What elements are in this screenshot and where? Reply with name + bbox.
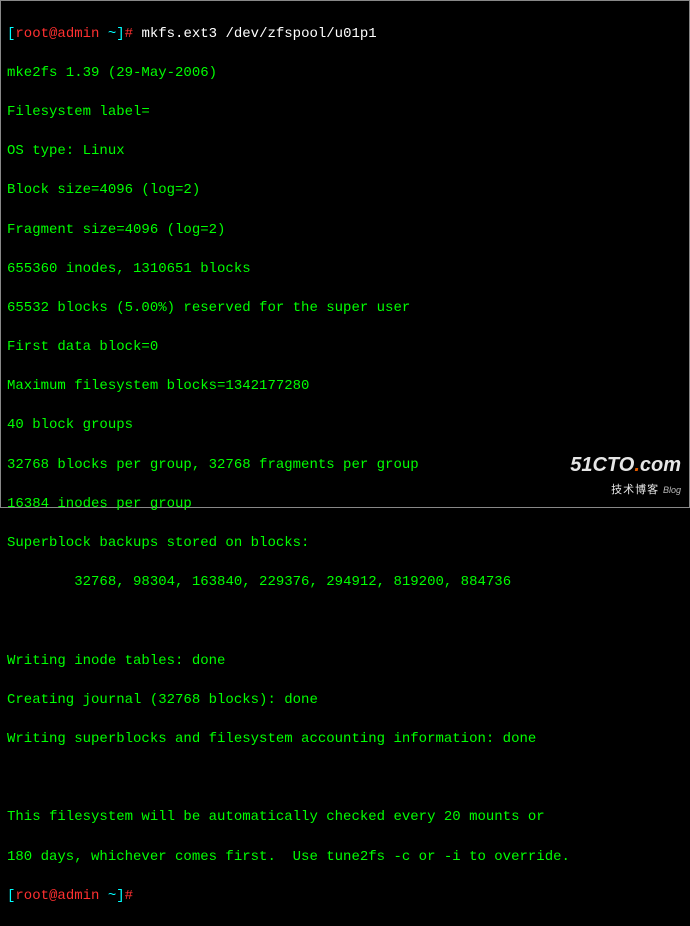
prompt-tilde: ~ — [108, 888, 116, 904]
output-line: Maximum filesystem blocks=1342177280 — [7, 377, 683, 397]
output-line: 65532 blocks (5.00%) reserved for the su… — [7, 299, 683, 319]
prompt-line-2[interactable]: [root@admin ~]# — [7, 887, 683, 907]
watermark: 51CTO.com 技术博客 Blog — [570, 451, 681, 499]
blank-line — [7, 612, 683, 632]
output-line: mke2fs 1.39 (29-May-2006) — [7, 64, 683, 84]
bracket-close: ] — [116, 888, 124, 904]
prompt-tilde: ~ — [108, 26, 116, 42]
output-line: Fragment size=4096 (log=2) — [7, 221, 683, 241]
prompt-user: root@admin — [15, 888, 107, 904]
command-text: mkfs.ext3 /dev/zfspool/u01p1 — [141, 26, 376, 42]
output-line: This filesystem will be automatically ch… — [7, 808, 683, 828]
output-line: 40 block groups — [7, 416, 683, 436]
bracket-close: ] — [116, 26, 124, 42]
output-line: Writing superblocks and filesystem accou… — [7, 730, 683, 750]
bracket-open: [ — [7, 888, 15, 904]
output-line: Superblock backups stored on blocks: — [7, 534, 683, 554]
prompt-symbol: # — [125, 26, 133, 42]
prompt-line-1[interactable]: [root@admin ~]# mkfs.ext3 /dev/zfspool/u… — [7, 25, 683, 45]
watermark-subtitle: 技术博客 Blog — [570, 479, 681, 499]
blank-line — [7, 769, 683, 789]
watermark-logo: 51CTO.com — [570, 451, 681, 479]
prompt-symbol: # — [125, 888, 133, 904]
output-line: First data block=0 — [7, 338, 683, 358]
output-line: Creating journal (32768 blocks): done — [7, 691, 683, 711]
output-line: 655360 inodes, 1310651 blocks — [7, 260, 683, 280]
output-line: 32768, 98304, 163840, 229376, 294912, 81… — [7, 573, 683, 593]
output-line: 180 days, whichever comes first. Use tun… — [7, 848, 683, 868]
output-line: Block size=4096 (log=2) — [7, 181, 683, 201]
prompt-user: root@admin — [15, 26, 107, 42]
output-line: Filesystem label= — [7, 103, 683, 123]
output-line: OS type: Linux — [7, 142, 683, 162]
output-line: Writing inode tables: done — [7, 652, 683, 672]
